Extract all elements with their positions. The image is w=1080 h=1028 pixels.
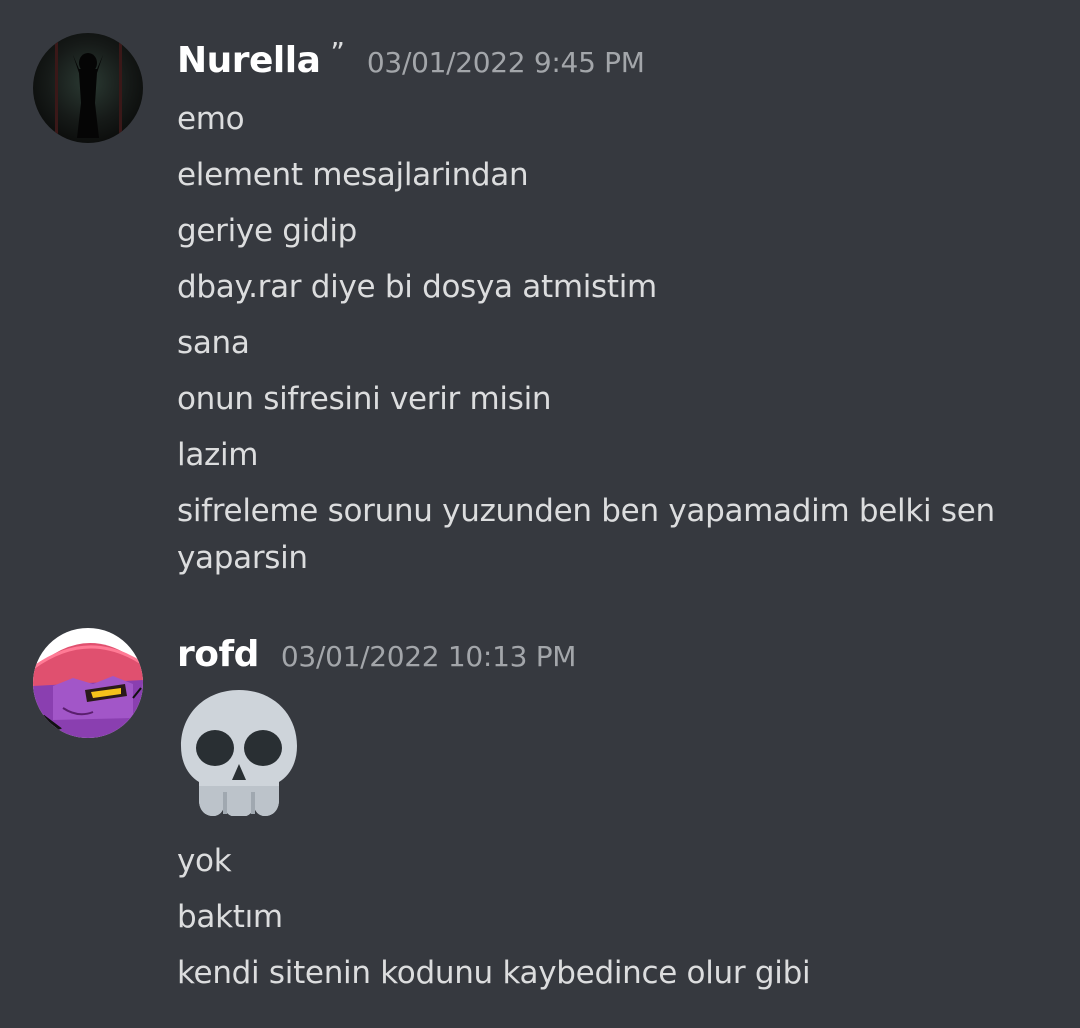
message-line: kendi sitenin kodunu kaybedince olur gib… xyxy=(177,955,811,991)
message-line: onun sifresini verir misin xyxy=(177,381,552,417)
username[interactable]: rofd xyxy=(177,634,259,675)
message-line: geriye gidip xyxy=(177,213,358,249)
username[interactable]: Nurella xyxy=(177,40,321,81)
message-line: dbay.rar diye bi dosya atmistim xyxy=(177,269,657,305)
message-header: rofd 03/01/2022 10:13 PM xyxy=(177,634,576,684)
message-content: yok baktım kendi sitenin kodunu kaybedin… xyxy=(177,684,1057,1006)
message-line: yok xyxy=(177,843,232,879)
timestamp: 03/01/2022 9:45 PM xyxy=(366,46,645,79)
message-line: sifreleme sorunu yuzunden ben yapamadim … xyxy=(177,493,995,576)
user-avatar-purple-cat-character-icon xyxy=(33,628,143,738)
message-line: emo xyxy=(177,101,245,137)
avatar-nurella[interactable] xyxy=(33,33,143,143)
skull-emoji-icon xyxy=(181,690,297,816)
timestamp: 03/01/2022 10:13 PM xyxy=(280,640,577,673)
avatar-rofd[interactable] xyxy=(33,628,143,738)
message-header: Nurella ” 03/01/2022 9:45 PM xyxy=(177,36,645,90)
message-line: lazim xyxy=(177,437,259,473)
message-line: element mesajlarindan xyxy=(177,157,529,193)
user-badge: ” xyxy=(330,36,345,69)
message-content: emo element mesajlarindan geriye gidip d… xyxy=(177,96,1057,582)
user-avatar-dark-figure-icon xyxy=(33,33,143,143)
message-line: baktım xyxy=(177,899,283,935)
message-emoji xyxy=(177,684,1057,838)
message-line: sana xyxy=(177,325,250,361)
